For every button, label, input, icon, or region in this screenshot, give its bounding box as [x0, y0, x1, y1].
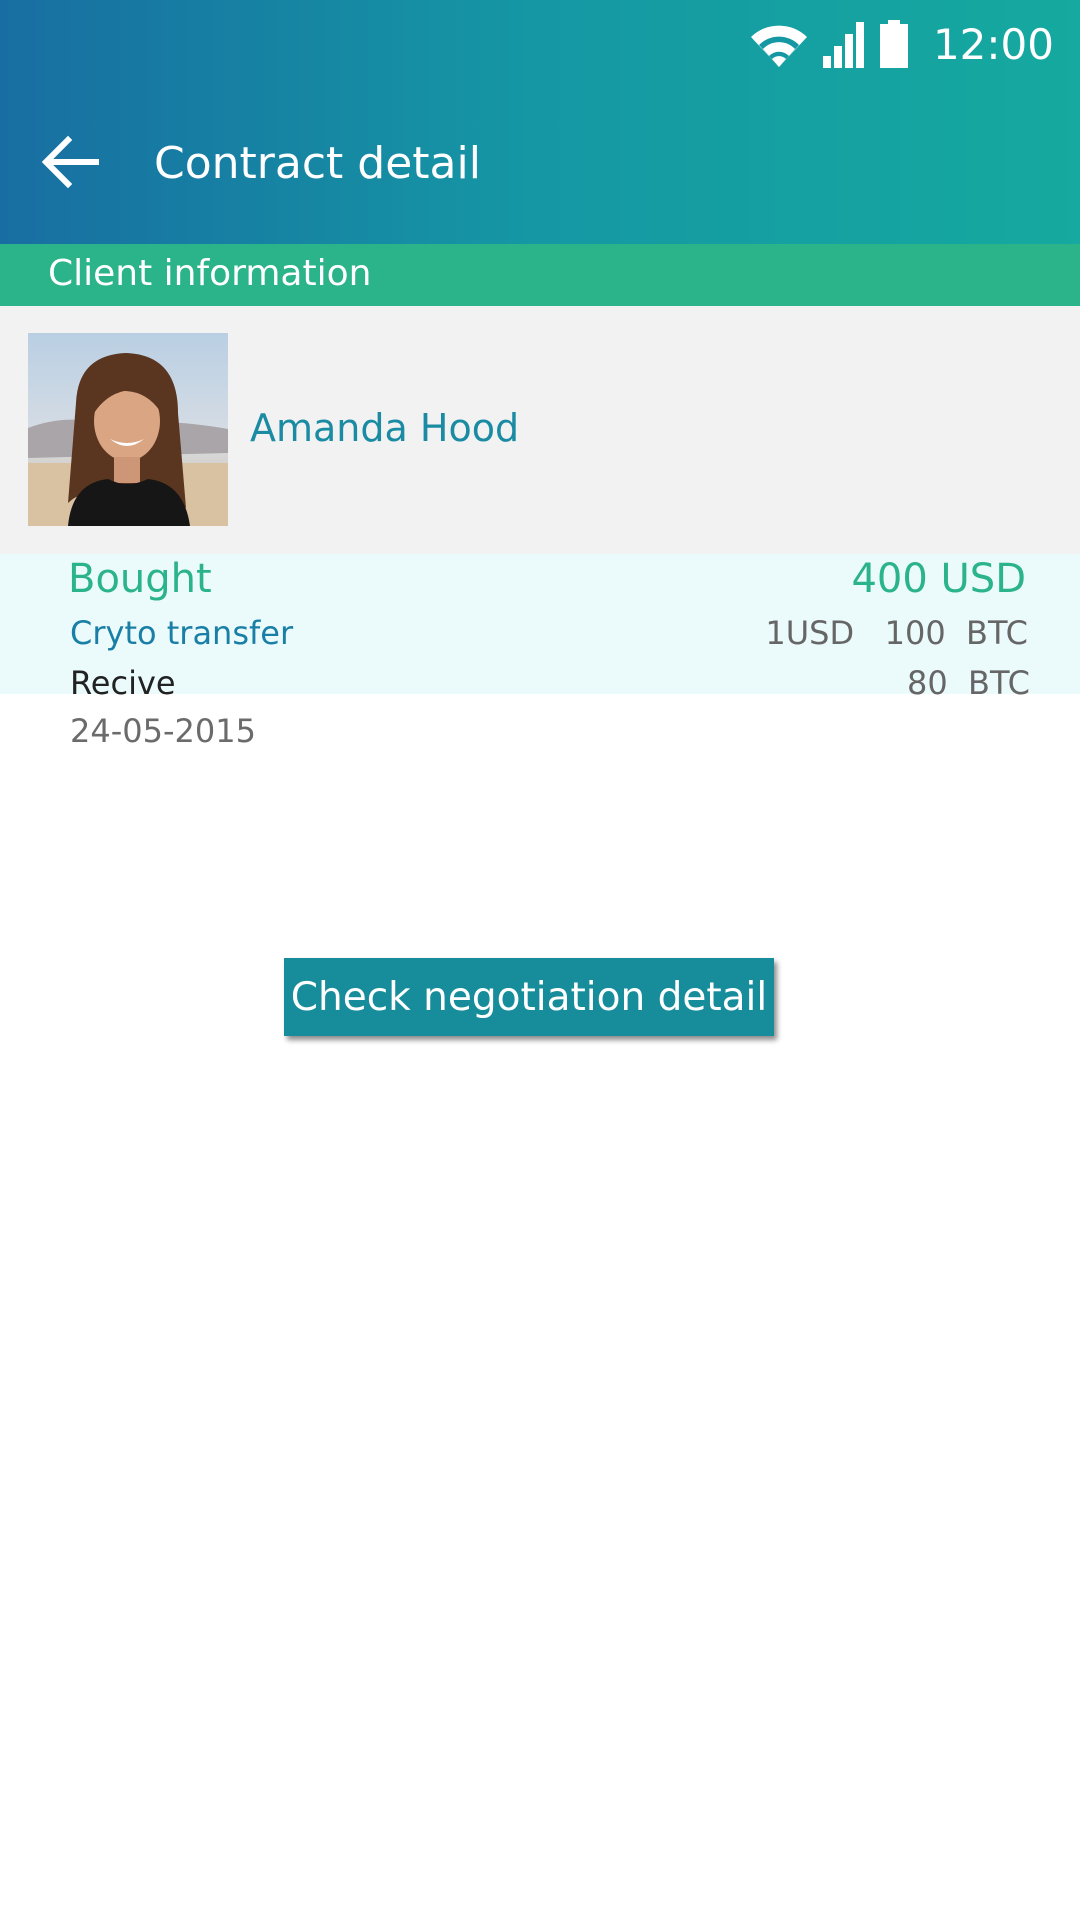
arrow-left-icon[interactable] — [38, 130, 102, 194]
section-title: Client information — [48, 253, 372, 294]
wifi-icon — [750, 25, 807, 67]
battery-icon — [879, 20, 908, 68]
cell-signal-icon — [822, 22, 864, 68]
check-negotiation-button[interactable]: Check negotiation detail — [284, 958, 774, 1036]
transfer-rate: 1USD 100 BTC — [765, 614, 1028, 652]
bought-label: Bought — [68, 556, 212, 602]
avatar — [28, 333, 228, 526]
app-header: 12:00 Contract detail — [0, 0, 1080, 244]
status-bar: 12:00 — [749, 14, 1054, 74]
transaction-date: 24-05-2015 — [70, 712, 256, 750]
client-name[interactable]: Amanda Hood — [250, 406, 519, 450]
receive-amount: 80 BTC — [906, 664, 1030, 702]
status-time: 12:00 — [932, 19, 1054, 69]
receive-label: Recive — [70, 664, 176, 702]
bought-amount: 400 USD — [851, 556, 1026, 602]
section-header: Client information — [0, 244, 1080, 306]
transfer-label: Cryto transfer — [70, 614, 294, 652]
client-card: Amanda Hood — [0, 306, 1080, 554]
page-title: Contract detail — [154, 138, 481, 189]
